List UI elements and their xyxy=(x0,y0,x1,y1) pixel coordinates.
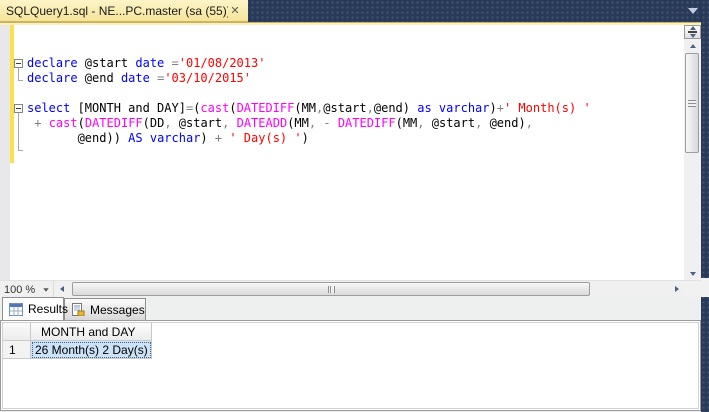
scrollbar-corner xyxy=(684,281,701,298)
scroll-left-button[interactable] xyxy=(55,281,69,297)
document-tab[interactable]: SQLQuery1.sql - NE...PC.master (sa (55))… xyxy=(0,0,248,22)
arrow-down-icon xyxy=(689,271,696,276)
collapse-toggle-icon[interactable] xyxy=(14,59,23,68)
results-grid: MONTH and DAY 1 26 Month(s) 2 Day(s) xyxy=(0,320,701,411)
grid-corner-cell[interactable] xyxy=(3,323,31,341)
table-row: 1 26 Month(s) 2 Day(s) xyxy=(3,341,698,359)
results-grid-icon xyxy=(9,302,23,316)
grid-cell-value[interactable]: 26 Month(s) 2 Day(s) xyxy=(31,341,152,359)
horizontal-scrollbar-thumb[interactable] xyxy=(72,282,590,296)
collapse-toggle-icon[interactable] xyxy=(14,104,23,113)
split-handle-icon[interactable] xyxy=(684,25,701,39)
editor-bottom-bar: 100 % xyxy=(0,280,701,298)
outline-region-line xyxy=(18,113,23,151)
code-line: @end)) AS varchar) + ' Day(s) ') xyxy=(27,131,309,145)
code-lines: declare @start date ='01/08/2013' declare… xyxy=(27,26,591,161)
document-tab-title: SQLQuery1.sql - NE...PC.master (sa (55))… xyxy=(6,3,228,18)
scroll-right-button[interactable] xyxy=(670,281,684,297)
arrow-left-icon xyxy=(60,286,64,292)
split-lines-icon xyxy=(688,31,697,33)
arrow-up-icon xyxy=(689,43,696,48)
arrow-right-icon xyxy=(675,286,679,292)
thumb-grip-icon xyxy=(327,285,335,293)
horizontal-scrollbar-track[interactable] xyxy=(69,281,670,297)
vertical-scrollbar-thumb[interactable] xyxy=(685,53,699,153)
zoom-control[interactable]: 100 % xyxy=(0,281,54,298)
indicator-margin xyxy=(0,25,10,280)
zoom-value: 100 % xyxy=(4,283,36,296)
code-line: select [MONTH and DAY]=(cast(DATEDIFF(MM… xyxy=(27,101,591,115)
tab-results[interactable]: Results xyxy=(2,297,68,320)
change-tracking-bar xyxy=(10,25,14,163)
results-grid-inner: MONTH and DAY 1 26 Month(s) 2 Day(s) xyxy=(2,322,699,409)
code-line: + cast(DATEDIFF(DD, @start, DATEADD(MM, … xyxy=(34,116,533,130)
ssms-window: SQLQuery1.sql - NE...PC.master (sa (55))… xyxy=(0,0,709,412)
grid-column-header[interactable]: MONTH and DAY xyxy=(31,323,152,341)
window-right-edge xyxy=(701,0,709,412)
split-arrow-up-icon xyxy=(689,26,696,30)
document-tab-bar: SQLQuery1.sql - NE...PC.master (sa (55))… xyxy=(0,0,709,22)
tab-label: Results xyxy=(28,302,69,316)
vertical-scrollbar[interactable] xyxy=(684,25,701,280)
scrollbar-corner-patch xyxy=(701,278,709,297)
scroll-down-button[interactable] xyxy=(684,267,701,280)
thumb-grip-icon xyxy=(688,99,696,107)
close-icon[interactable]: ✕ xyxy=(228,4,242,17)
tab-label: Messages xyxy=(90,302,145,317)
code-line: declare @start date ='01/08/2013' xyxy=(27,56,266,70)
code-line: declare @end date ='03/10/2015' xyxy=(27,71,252,85)
grid-row-number[interactable]: 1 xyxy=(3,341,31,359)
sql-editor[interactable]: declare @start date ='01/08/2013' declare… xyxy=(0,25,701,280)
tab-well-chevron-down-icon[interactable] xyxy=(688,8,698,14)
zoom-chevron-down-icon xyxy=(43,287,49,292)
results-pane: Results Messages MONTH and DAY 1 26 Mont… xyxy=(0,297,701,412)
grid-header-row: MONTH and DAY xyxy=(3,323,698,341)
tab-messages[interactable]: Messages xyxy=(64,298,146,320)
messages-icon xyxy=(72,303,85,316)
split-arrow-down-icon xyxy=(689,34,696,38)
scroll-up-button[interactable] xyxy=(684,39,701,52)
outline-region-line xyxy=(18,68,23,81)
